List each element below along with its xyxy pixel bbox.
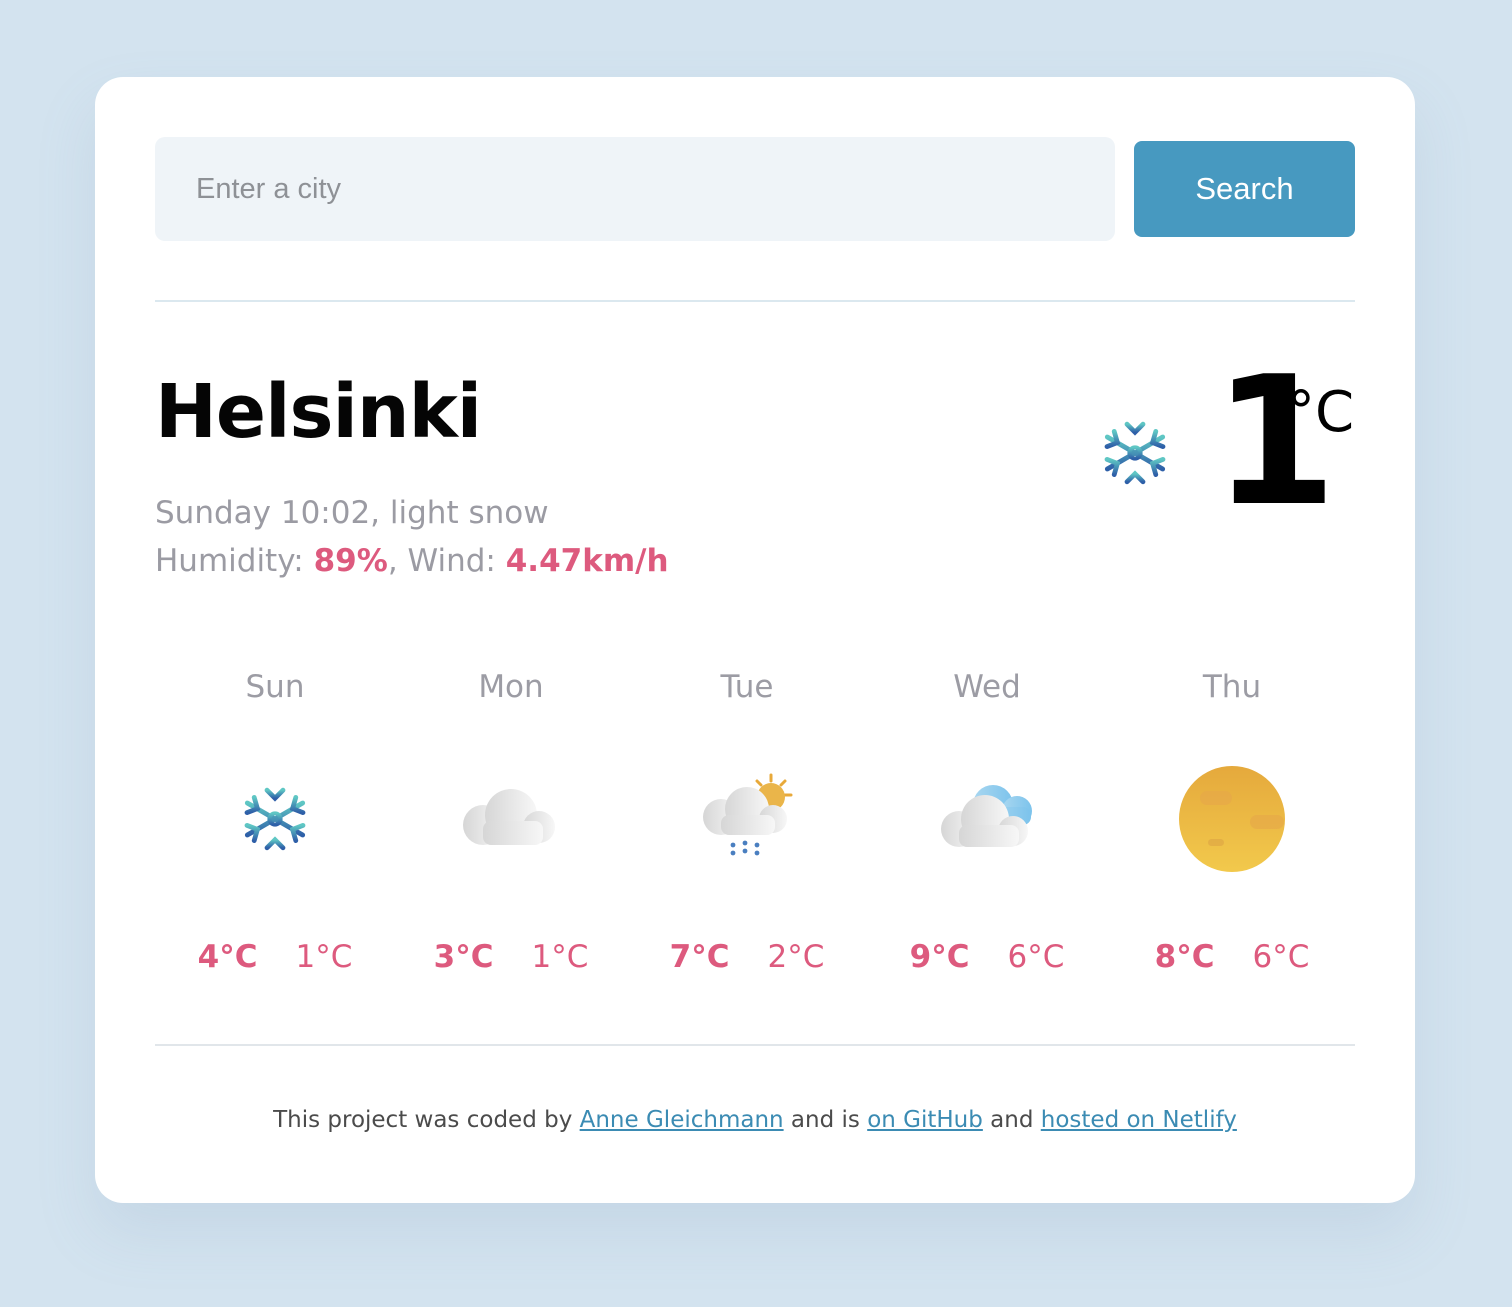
author-link[interactable]: Anne Gleichmann — [580, 1107, 784, 1133]
forecast-day-name: Tue — [720, 669, 774, 705]
forecast-max: 3°C — [433, 939, 494, 975]
snow-icon — [215, 759, 335, 879]
forecast-day: Sun 4°C 1°C — [155, 667, 395, 975]
forecast-temps: 4°C 1°C — [155, 939, 395, 975]
github-link[interactable]: on GitHub — [867, 1107, 983, 1133]
wind-label: , Wind: — [387, 543, 506, 579]
forecast-max: 4°C — [197, 939, 258, 975]
humidity-value: 89% — [313, 543, 388, 579]
forecast: Sun 4°C 1°C Mon 3°C 1°C Tue 7°C 2°C Wed … — [155, 667, 1355, 997]
forecast-max: 7°C — [669, 939, 730, 975]
footer-middle-2: and — [982, 1107, 1041, 1133]
humidity-label: Humidity: — [155, 543, 314, 579]
footer-prefix: This project was coded by — [273, 1107, 580, 1133]
date-condition: Sunday 10:02, light snow — [155, 495, 549, 531]
forecast-day: Thu 8°C 6°C — [1112, 667, 1352, 975]
footer: This project was coded by Anne Gleichman… — [95, 1107, 1415, 1133]
humidity-wind: Humidity: 89%, Wind: 4.47km/h — [155, 543, 669, 579]
forecast-min: 1°C — [531, 939, 589, 975]
top-divider — [155, 300, 1355, 302]
forecast-day: Wed 9°C 6°C — [867, 667, 1107, 975]
forecast-day-name: Sun — [245, 669, 305, 705]
forecast-max: 9°C — [909, 939, 970, 975]
forecast-max: 8°C — [1154, 939, 1215, 975]
forecast-day: Tue 7°C 2°C — [627, 667, 867, 975]
haze-sun-icon — [1179, 766, 1285, 872]
forecast-day: Mon 3°C 1°C — [391, 667, 631, 975]
forecast-temps: 8°C 6°C — [1112, 939, 1352, 975]
temperature-unit[interactable]: °C — [1287, 385, 1354, 441]
clouds-icon — [941, 785, 1032, 847]
search-form: Search — [155, 137, 1355, 241]
forecast-min: 1°C — [295, 939, 353, 975]
forecast-temps: 3°C 1°C — [391, 939, 631, 975]
sun-cloud-rain-icon — [703, 773, 793, 856]
cloud-icon — [463, 789, 555, 845]
netlify-link[interactable]: hosted on Netlify — [1041, 1107, 1237, 1133]
wind-value: 4.47km/h — [505, 543, 669, 579]
forecast-temps: 9°C 6°C — [867, 939, 1107, 975]
city-name: Helsinki — [155, 369, 482, 455]
city-search-input[interactable] — [155, 137, 1115, 241]
forecast-min: 2°C — [767, 939, 825, 975]
weather-card: Search Helsinki Sunday 10:02, light snow… — [95, 77, 1415, 1203]
forecast-day-name: Thu — [1202, 669, 1262, 705]
footer-middle-1: and is — [783, 1107, 868, 1133]
forecast-temps: 7°C 2°C — [627, 939, 867, 975]
bottom-divider — [155, 1044, 1355, 1046]
forecast-min: 6°C — [1007, 939, 1065, 975]
snow-icon — [1095, 413, 1175, 493]
forecast-day-name: Mon — [478, 669, 544, 705]
forecast-min: 6°C — [1252, 939, 1310, 975]
search-button[interactable]: Search — [1134, 141, 1355, 237]
date-condition-text: Sunday 10:02, light snow — [155, 495, 549, 531]
forecast-day-name: Wed — [953, 669, 1021, 705]
